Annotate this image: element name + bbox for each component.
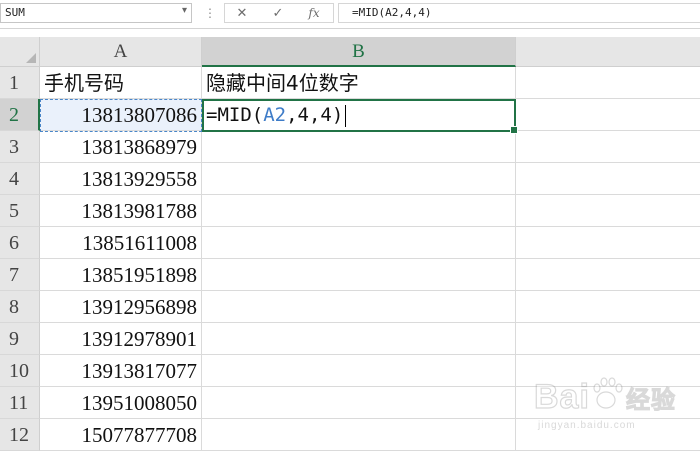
cell-a9[interactable]: 13912978901: [40, 323, 202, 355]
cell-b4[interactable]: [202, 163, 516, 195]
cell-a7[interactable]: 13851951898: [40, 259, 202, 291]
enter-icon[interactable]: ✓: [263, 4, 293, 22]
watermark-logo-graphic: Bai 经验: [533, 377, 676, 417]
cell-a6[interactable]: 13851611008: [40, 227, 202, 259]
cell-a12[interactable]: 15077877708: [40, 419, 202, 451]
cell-c6[interactable]: [516, 227, 700, 259]
row-header[interactable]: 6: [0, 227, 40, 259]
cell-c2[interactable]: [516, 99, 700, 131]
row-header[interactable]: 5: [0, 195, 40, 227]
insert-function-icon[interactable]: fx: [299, 4, 329, 22]
cell-b3[interactable]: [202, 131, 516, 163]
cell-b10[interactable]: [202, 355, 516, 387]
cell-a1[interactable]: 手机号码: [40, 67, 202, 99]
cell-c8[interactable]: [516, 291, 700, 323]
baidu-jingyan-watermark: Bai 经验 jingyan.baidu.com: [533, 372, 694, 444]
column-header-c[interactable]: [516, 37, 700, 67]
cancel-icon[interactable]: ✕: [227, 4, 257, 22]
cell-b7[interactable]: [202, 259, 516, 291]
row-header[interactable]: 10: [0, 355, 40, 387]
cell-b5[interactable]: [202, 195, 516, 227]
cell-c1[interactable]: [516, 67, 700, 99]
formula-text: =MID(A2,4,4): [352, 6, 432, 19]
cell-c5[interactable]: [516, 195, 700, 227]
row-header[interactable]: 7: [0, 259, 40, 291]
cell-a10[interactable]: 13913817077: [40, 355, 202, 387]
row-header[interactable]: 2: [0, 99, 40, 131]
row-header[interactable]: 1: [0, 67, 40, 99]
corner-triangle-icon: [26, 53, 36, 63]
cell-b6[interactable]: [202, 227, 516, 259]
cell-a11[interactable]: 13951008050: [40, 387, 202, 419]
watermark-logo: Bai 经验: [533, 372, 684, 425]
cell-b8[interactable]: [202, 291, 516, 323]
row-header[interactable]: 9: [0, 323, 40, 355]
chevron-down-icon[interactable]: ▾: [182, 5, 187, 16]
active-cell-editor[interactable]: =MID(A2,4,4): [206, 99, 347, 131]
row-header[interactable]: 11: [0, 387, 40, 419]
svg-text:经验: 经验: [626, 386, 676, 414]
cell-b1[interactable]: 隐藏中间4位数字: [202, 67, 516, 99]
row-header[interactable]: 3: [0, 131, 40, 163]
formula-buttons: ✕ ✓ fx: [224, 3, 334, 23]
row-header[interactable]: 4: [0, 163, 40, 195]
cell-a5[interactable]: 13813981788: [40, 195, 202, 227]
row-header[interactable]: 12: [0, 419, 40, 451]
cell-a3[interactable]: 13813868979: [40, 131, 202, 163]
cell-c9[interactable]: [516, 323, 700, 355]
cell-a8[interactable]: 13912956898: [40, 291, 202, 323]
cell-c7[interactable]: [516, 259, 700, 291]
cell-b9[interactable]: [202, 323, 516, 355]
row-header[interactable]: 8: [0, 291, 40, 323]
formula-prefix: =MID(: [206, 104, 264, 126]
name-box-value: SUM: [5, 6, 25, 19]
watermark-url: jingyan.baidu.com: [538, 420, 636, 431]
column-header-a[interactable]: A: [40, 37, 202, 67]
select-all-button[interactable]: [0, 37, 40, 67]
cell-a2[interactable]: 13813807086: [40, 99, 202, 131]
text-caret: [345, 104, 347, 127]
cell-c4[interactable]: [516, 163, 700, 195]
formula-bar-area: SUM ▾ ⋮ ✕ ✓ fx =MID(A2,4,4): [0, 0, 700, 29]
cell-b11[interactable]: [202, 387, 516, 419]
formula-reference: A2: [263, 104, 287, 126]
formula-input[interactable]: =MID(A2,4,4): [338, 3, 700, 23]
cell-a4[interactable]: 13813929558: [40, 163, 202, 195]
drag-handle-icon[interactable]: ⋮: [204, 4, 216, 22]
column-header-b[interactable]: B: [202, 37, 516, 67]
formula-suffix: ,4,4): [286, 104, 344, 126]
cell-c3[interactable]: [516, 131, 700, 163]
name-box[interactable]: SUM ▾: [0, 3, 192, 23]
cell-b12[interactable]: [202, 419, 516, 451]
svg-text:Bai: Bai: [534, 378, 590, 416]
